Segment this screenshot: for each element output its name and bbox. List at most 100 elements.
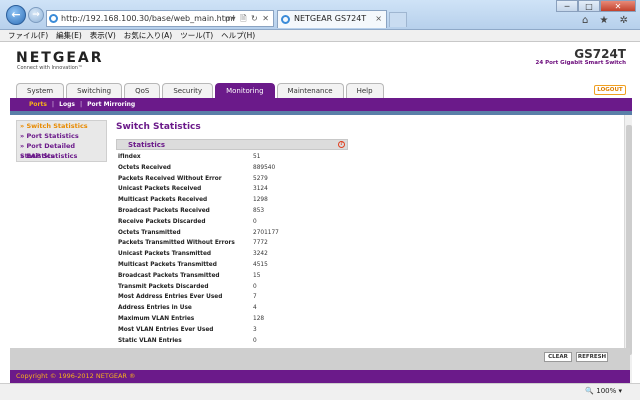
- stat-label: Maximum VLAN Entries: [118, 315, 195, 322]
- browser-statusbar: 🔍 100% ▾: [0, 383, 640, 400]
- table-row: Packets Received Without Error 5279: [116, 174, 348, 185]
- back-arrow-icon[interactable]: ←: [6, 5, 26, 25]
- panel-title: Statistics: [128, 141, 166, 149]
- table-row: Most Address Entries Ever Used 7: [116, 292, 348, 303]
- stat-label: Octets Transmitted: [118, 229, 181, 236]
- tab-help[interactable]: Help: [345, 83, 384, 98]
- stat-value: 0: [253, 337, 257, 344]
- sidebar-item-switch-statistics[interactable]: » Switch Statistics: [17, 121, 106, 131]
- model-name: GS724T: [574, 47, 626, 61]
- refresh-button[interactable]: REFRESH: [576, 352, 608, 362]
- menu-edit[interactable]: 編集(E): [56, 30, 82, 41]
- stat-label: Most Address Entries Ever Used: [118, 294, 223, 301]
- stat-value: 3: [253, 326, 257, 333]
- stat-value: 7: [253, 294, 257, 301]
- table-row: Packets Transmitted Without Errors 7772: [116, 238, 348, 249]
- url-text: http://192.168.100.30/base/web_main.html: [61, 14, 235, 23]
- new-tab-button[interactable]: [389, 12, 407, 27]
- address-tools[interactable]: ρ▾ 🗎 ↻ ✕: [225, 11, 270, 26]
- address-bar[interactable]: http://192.168.100.30/base/web_main.html…: [46, 10, 274, 27]
- window-controls: ─ □ ✕: [556, 0, 636, 14]
- stat-value: 128: [253, 315, 265, 322]
- tab-favicon-icon: [281, 15, 290, 24]
- tab-qos[interactable]: QoS: [124, 83, 161, 98]
- stat-label: Multicast Packets Received: [118, 197, 208, 204]
- stat-value: 51: [253, 154, 261, 160]
- model-description: 24 Port Gigabit Smart Switch: [535, 60, 626, 66]
- browser-titlebar: ← → http://192.168.100.30/base/web_main.…: [0, 0, 640, 30]
- table-row: ifIndex 51: [116, 152, 348, 163]
- stat-value: 15: [253, 272, 261, 279]
- table-row: Static VLAN Entries 0: [116, 336, 348, 347]
- table-row: Unicast Packets Received 3124: [116, 184, 348, 195]
- stat-label: Packets Received Without Error: [118, 175, 222, 182]
- tab-switching[interactable]: Switching: [66, 83, 123, 98]
- clear-button[interactable]: CLEAR: [544, 352, 572, 362]
- table-row: Multicast Packets Transmitted 4515: [116, 260, 348, 271]
- subnav-underline: [10, 111, 632, 115]
- tab-maintenance[interactable]: Maintenance: [276, 83, 344, 98]
- table-row: Octets Received 889540: [116, 163, 348, 174]
- sidebar-item-eap-statistics[interactable]: » EAP Statistics: [17, 151, 106, 161]
- stat-label: Broadcast Packets Received: [118, 207, 210, 214]
- table-row: Most VLAN Entries Ever Used 3: [116, 325, 348, 336]
- tab-monitoring[interactable]: Monitoring: [215, 83, 275, 98]
- menu-tools[interactable]: ツール(T): [180, 30, 213, 41]
- tab-close-icon[interactable]: ×: [375, 11, 382, 27]
- menu-help[interactable]: ヘルプ(H): [221, 30, 255, 41]
- main-tabs: System Switching QoS Security Monitoring…: [16, 83, 386, 98]
- ie-icon: [49, 14, 58, 23]
- maximize-button[interactable]: □: [578, 0, 600, 12]
- scrollbar-thumb[interactable]: [626, 125, 632, 355]
- tab-system[interactable]: System: [16, 83, 65, 98]
- sidebar-item-port-statistics[interactable]: » Port Statistics: [17, 131, 106, 141]
- stat-value: 3242: [253, 251, 268, 258]
- tab-security[interactable]: Security: [162, 83, 214, 98]
- sidebar: » Switch Statistics » Port Statistics » …: [16, 120, 107, 162]
- stat-label: Address Entries in Use: [118, 305, 192, 312]
- button-bar: [10, 348, 630, 370]
- netgear-page: NETGEAR Connect with Innovation™ GS724T …: [0, 42, 632, 392]
- stat-value: 889540: [253, 164, 276, 171]
- stat-label: Most VLAN Entries Ever Used: [118, 326, 214, 333]
- subnav-ports[interactable]: Ports: [24, 101, 52, 108]
- stat-value: 5279: [253, 175, 268, 182]
- logout-button[interactable]: LOGOUT: [594, 85, 626, 95]
- stat-label: Transmit Packets Discarded: [118, 283, 209, 290]
- browser-tab[interactable]: NETGEAR GS724T ×: [277, 10, 387, 28]
- table-row: Transmit Packets Discarded 0: [116, 282, 348, 293]
- copyright-footer: Copyright © 1996-2012 NETGEAR ®: [10, 370, 630, 383]
- logo-tagline: Connect with Innovation™: [17, 65, 83, 71]
- stat-label: Unicast Packets Transmitted: [118, 251, 212, 258]
- stat-label: Octets Received: [118, 164, 171, 171]
- subnav-bar: Ports | Logs | Port Mirroring: [10, 98, 632, 111]
- subnav-logs[interactable]: Logs: [54, 101, 80, 108]
- table-row: Maximum VLAN Entries 128: [116, 314, 348, 325]
- stat-value: 2701177: [253, 229, 279, 236]
- statistics-panel-header: Statistics ?: [116, 139, 348, 150]
- stat-label: Static VLAN Entries: [118, 337, 182, 344]
- menu-view[interactable]: 表示(V): [90, 30, 116, 41]
- menu-bar: ファイル(F) 編集(E) 表示(V) お気に入り(A) ツール(T) ヘルプ(…: [0, 30, 640, 42]
- stat-value: 4: [253, 305, 257, 312]
- home-favorites-tools-icons[interactable]: ⌂ ★ ✲: [582, 15, 632, 26]
- stat-value: 3124: [253, 186, 268, 193]
- help-icon[interactable]: ?: [338, 141, 345, 148]
- zoom-control[interactable]: 🔍 100% ▾: [585, 387, 622, 395]
- statistics-table: ifIndex 51 Octets Received 889540 Packets …: [116, 152, 348, 346]
- close-window-button[interactable]: ✕: [600, 0, 636, 12]
- forward-arrow-icon[interactable]: →: [28, 7, 44, 23]
- table-row: Broadcast Packets Transmitted 15: [116, 271, 348, 282]
- stat-value: 853: [253, 207, 265, 214]
- menu-file[interactable]: ファイル(F): [8, 30, 48, 41]
- stat-value: 1298: [253, 197, 268, 204]
- table-row: Receive Packets Discarded 0: [116, 217, 348, 228]
- minimize-button[interactable]: ─: [556, 0, 578, 12]
- subnav-port-mirroring[interactable]: Port Mirroring: [82, 101, 140, 108]
- stat-label: ifIndex: [118, 154, 141, 160]
- stat-label: Multicast Packets Transmitted: [118, 261, 217, 268]
- stat-label: Receive Packets Discarded: [118, 218, 206, 225]
- stat-value: 0: [253, 218, 257, 225]
- menu-favorites[interactable]: お気に入り(A): [124, 30, 172, 41]
- sidebar-item-port-detailed-statistics[interactable]: » Port Detailed Statistics: [17, 141, 106, 160]
